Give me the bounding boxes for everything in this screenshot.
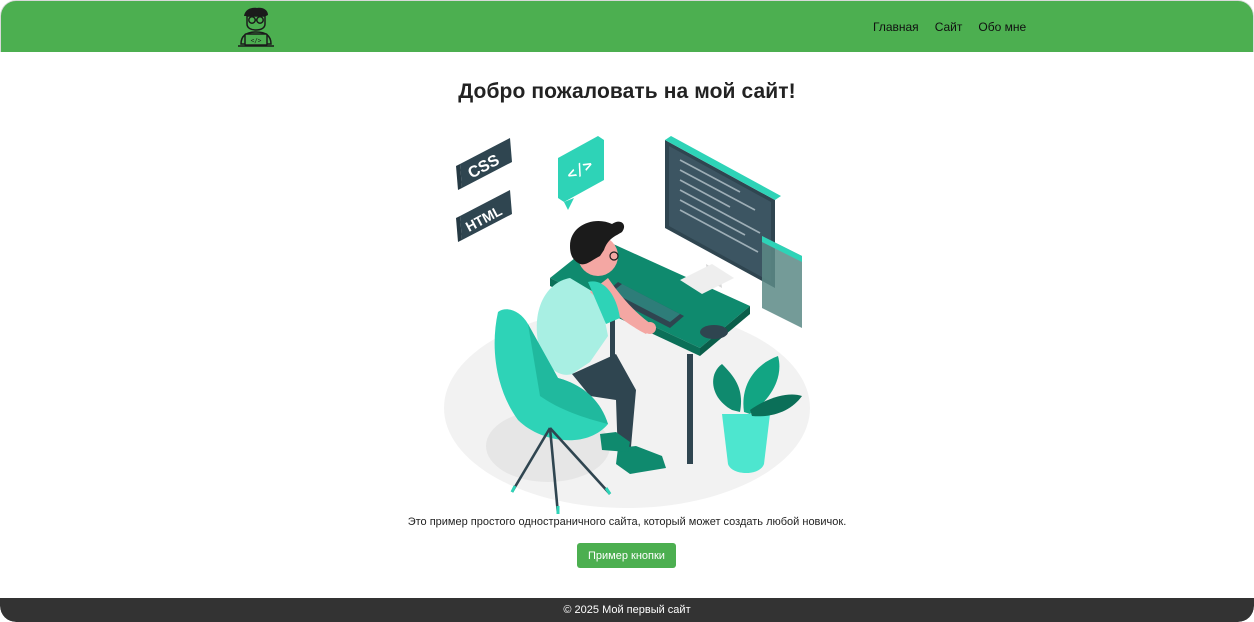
main-nav: Главная Сайт Обо мне: [873, 1, 1026, 53]
page: </> Главная Сайт Обо мне Добро пожаловат…: [0, 0, 1254, 622]
css-badge: CSS: [456, 138, 512, 190]
developer-illustration: CSS HTML </>: [444, 136, 810, 514]
footer-copyright: © 2025 Мой первый сайт: [563, 604, 691, 616]
coder-glasses-icon[interactable]: </>: [235, 6, 277, 48]
site-description: Это пример простого одностраничного сайт…: [407, 516, 847, 528]
page-title: Добро пожаловать на мой сайт!: [458, 80, 796, 103]
svg-text:</>: </>: [251, 38, 262, 45]
nav-link-about[interactable]: Обо мне: [978, 20, 1026, 34]
site-footer: © 2025 Мой первый сайт: [0, 598, 1254, 622]
site-header: </> Главная Сайт Обо мне: [0, 0, 1254, 52]
code-bubble-icon: </>: [558, 136, 604, 210]
example-button[interactable]: Пример кнопки: [577, 543, 676, 568]
nav-link-site[interactable]: Сайт: [935, 20, 963, 34]
nav-link-home[interactable]: Главная: [873, 20, 919, 34]
html-badge: HTML: [456, 190, 512, 242]
main-content: Добро пожаловать на мой сайт! CSS HTML <…: [0, 52, 1254, 598]
